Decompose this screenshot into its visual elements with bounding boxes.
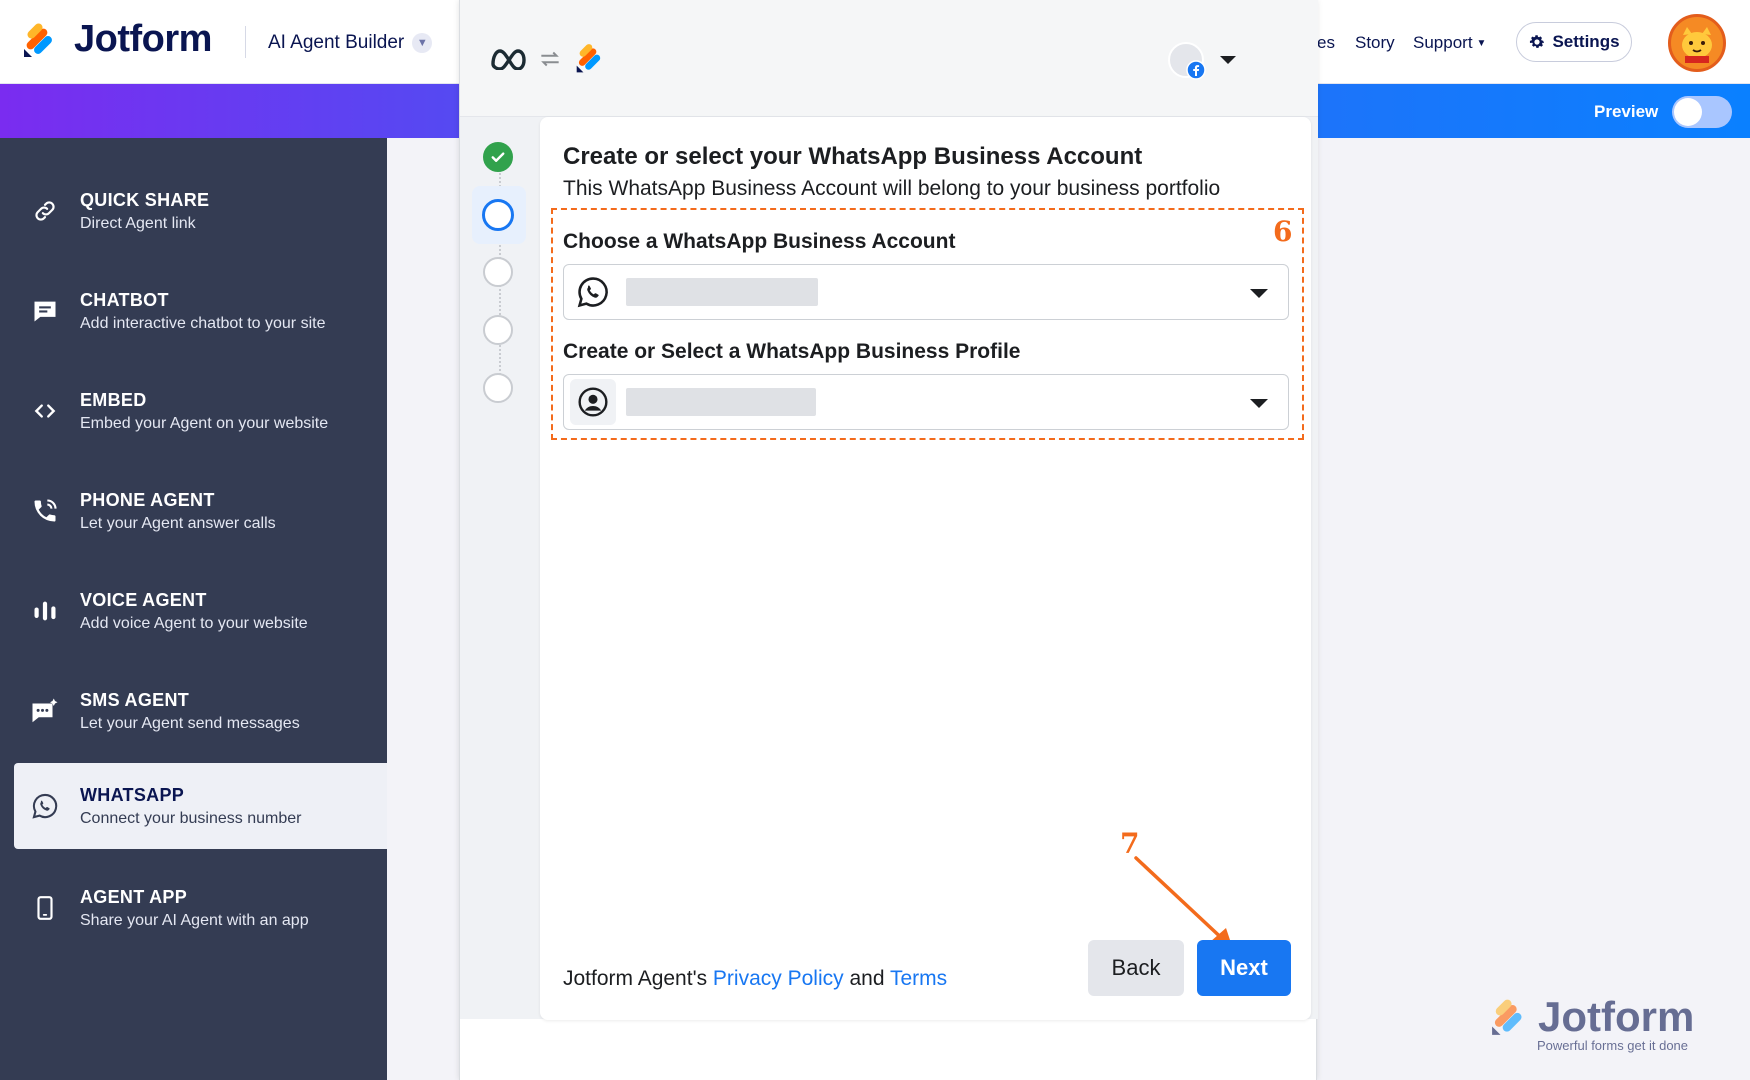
sidebar-item-voice-agent[interactable]: VOICE AGENT Add voice Agent to your websi…	[14, 568, 387, 654]
step-complete	[483, 142, 513, 172]
settings-button[interactable]: Settings	[1516, 22, 1632, 62]
business-profile-label: Create or Select a WhatsApp Business Pro…	[563, 340, 1021, 363]
facebook-signup-window: Create or select your WhatsApp Business …	[459, 0, 1318, 1080]
caret-down-icon	[1250, 399, 1268, 408]
header-divider	[245, 26, 246, 58]
preview-toggle[interactable]	[1672, 96, 1732, 128]
sidebar-item-subtitle: Share your AI Agent with an app	[80, 911, 309, 929]
footer-prefix: Jotform Agent's	[563, 967, 713, 990]
sidebar-item-title: VOICE AGENT	[80, 589, 207, 610]
toggle-knob	[1674, 98, 1702, 126]
cat-avatar-icon	[1682, 27, 1712, 63]
facebook-window-header	[460, 0, 1318, 117]
publish-sidebar: QUICK SHARE Direct Agent link CHATBOT Add …	[0, 138, 387, 1080]
annotation-number-6: 6	[1273, 215, 1293, 248]
code-icon	[28, 394, 62, 428]
caret-down-icon	[1250, 289, 1268, 298]
mobile-app-icon	[28, 891, 62, 925]
nav-support-label: Support	[1413, 33, 1473, 52]
builder-title-dropdown[interactable]: AI Agent Builder ▼	[268, 32, 433, 54]
jotform-watermark-icon	[1492, 999, 1522, 1035]
sidebar-item-subtitle: Let your Agent answer calls	[80, 514, 276, 532]
jotform-logo[interactable]: Jotform	[22, 18, 212, 61]
sidebar-item-title: PHONE AGENT	[80, 489, 215, 510]
sidebar-item-title: EMBED	[80, 389, 147, 410]
next-button[interactable]: Next	[1197, 940, 1291, 996]
sidebar-item-subtitle: Embed your Agent on your website	[80, 414, 329, 432]
sidebar-item-subtitle: Add voice Agent to your website	[80, 614, 308, 632]
step-pending	[483, 373, 513, 403]
sidebar-item-agent-app[interactable]: AGENT APP Share your AI Agent with an app	[14, 865, 387, 951]
phone-icon	[28, 494, 62, 528]
jotform-logo-icon	[22, 21, 60, 59]
redacted-profile-name	[626, 388, 816, 416]
jotform-small-logo-icon	[576, 44, 601, 73]
sidebar-item-whatsapp[interactable]: WHATSAPP Connect your business number	[14, 763, 387, 849]
jotform-watermark: Jotform Powerful forms get it done	[1490, 993, 1695, 1053]
preview-label: Preview	[1594, 102, 1659, 121]
sidebar-item-sms-agent[interactable]: SMS AGENT Let your Agent send messages	[14, 668, 387, 754]
step-pending	[483, 315, 513, 345]
voice-bars-icon	[28, 594, 62, 628]
sync-arrows-icon	[541, 51, 559, 67]
sidebar-item-subtitle: Let your Agent send messages	[80, 714, 300, 732]
watermark-text: Jotform	[1538, 993, 1695, 1040]
sidebar-item-quick-share[interactable]: QUICK SHARE Direct Agent link	[14, 168, 387, 254]
card-title: Create or select your WhatsApp Business …	[563, 143, 1143, 170]
profile-avatar-icon	[570, 379, 616, 425]
builder-title: AI Agent Builder	[268, 32, 405, 53]
redacted-account-name	[626, 278, 818, 306]
whatsapp-icon	[28, 789, 62, 823]
meta-logo-icon	[491, 49, 526, 70]
sidebar-item-embed[interactable]: EMBED Embed your Agent on your website	[14, 368, 387, 454]
sidebar-item-title: QUICK SHARE	[80, 189, 210, 210]
watermark-tagline: Powerful forms get it done	[1537, 1038, 1689, 1053]
account-switcher[interactable]	[1168, 42, 1240, 82]
privacy-policy-link[interactable]: Privacy Policy	[713, 967, 844, 990]
sms-icon	[28, 694, 62, 728]
nav-partial-item[interactable]: es	[1317, 33, 1335, 53]
chat-icon	[28, 294, 62, 328]
chevron-down-icon: ▼	[1476, 37, 1487, 49]
footer-and: and	[843, 967, 890, 990]
whatsapp-account-select[interactable]	[563, 264, 1289, 320]
check-icon	[491, 152, 505, 162]
sidebar-item-subtitle: Connect your business number	[80, 809, 302, 827]
settings-label: Settings	[1552, 32, 1620, 51]
caret-down-icon	[1220, 56, 1236, 64]
nav-story[interactable]: Story	[1355, 33, 1395, 53]
terms-link[interactable]: Terms	[890, 967, 947, 990]
facebook-badge-icon	[1186, 60, 1206, 80]
whatsapp-icon	[570, 269, 616, 315]
back-button[interactable]: Back	[1088, 940, 1184, 996]
sidebar-item-subtitle: Direct Agent link	[80, 214, 196, 232]
sidebar-item-title: CHATBOT	[80, 289, 169, 310]
step-current	[482, 199, 514, 231]
sidebar-item-chatbot[interactable]: CHATBOT Add interactive chatbot to your s…	[14, 268, 387, 354]
card-subtitle: This WhatsApp Business Account will belo…	[563, 177, 1221, 200]
link-icon	[28, 194, 62, 228]
gear-icon	[1530, 35, 1545, 48]
chevron-down-icon: ▼	[412, 33, 433, 53]
business-profile-select[interactable]	[563, 374, 1289, 430]
sidebar-item-subtitle: Add interactive chatbot to your site	[80, 314, 326, 332]
sidebar-item-phone-agent[interactable]: PHONE AGENT Let your Agent answer calls	[14, 468, 387, 554]
nav-support[interactable]: Support ▼	[1413, 33, 1486, 53]
user-avatar[interactable]	[1668, 14, 1726, 72]
logo-text: Jotform	[74, 18, 212, 60]
sidebar-item-title: AGENT APP	[80, 886, 188, 907]
sidebar-item-title: SMS AGENT	[80, 689, 190, 710]
whatsapp-account-label: Choose a WhatsApp Business Account	[563, 230, 956, 253]
policy-footer: Jotform Agent's Privacy Policy and Terms	[563, 967, 947, 991]
sidebar-item-title: WHATSAPP	[80, 784, 185, 805]
step-pending	[483, 257, 513, 287]
whatsapp-account-card: Create or select your WhatsApp Business …	[540, 117, 1311, 1020]
